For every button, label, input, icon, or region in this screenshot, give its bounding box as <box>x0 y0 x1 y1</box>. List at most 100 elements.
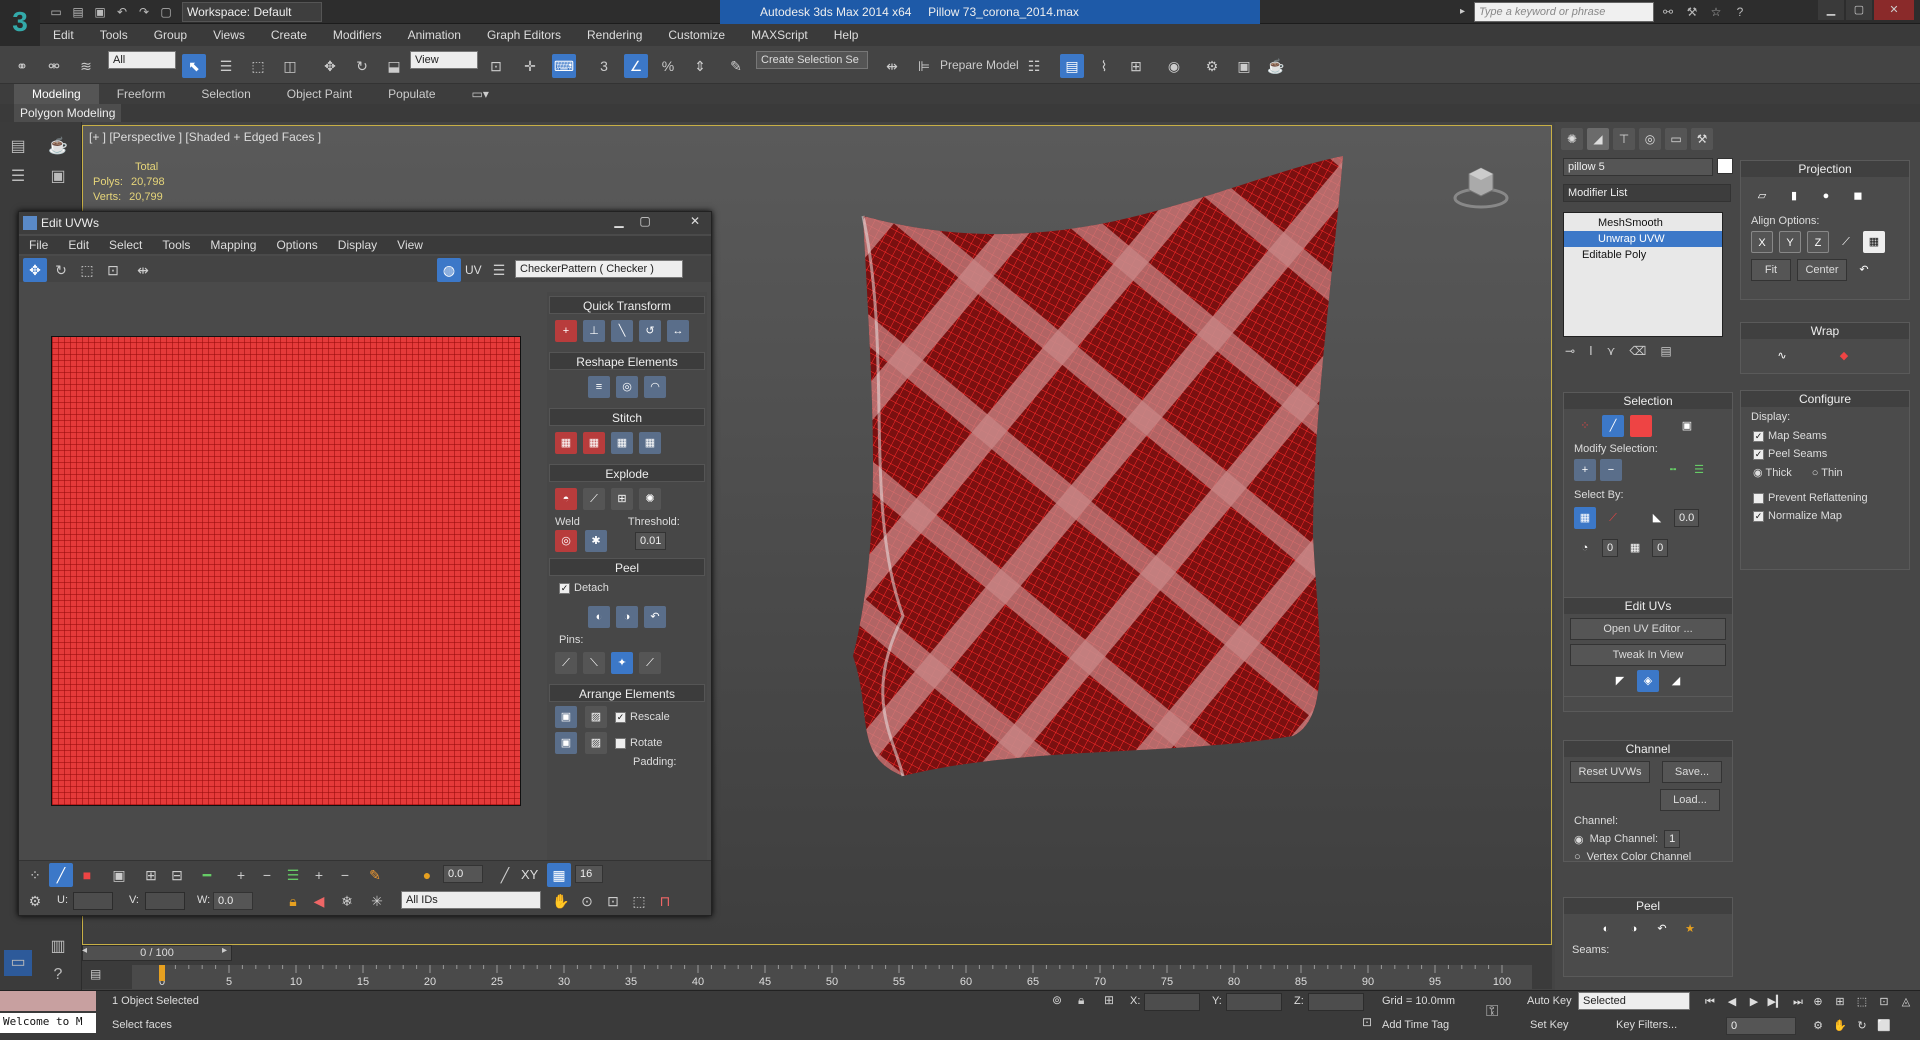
hierarchy-tab-icon[interactable]: ⊤ <box>1613 128 1635 150</box>
channel-header[interactable]: Channel <box>1564 741 1732 757</box>
shrink-select-icon[interactable]: ⊟ <box>165 863 189 887</box>
polygon-modeling-label[interactable]: Polygon Modeling <box>14 104 122 122</box>
select-edge-loop-icon[interactable]: ⟋ <box>1602 507 1624 529</box>
angle-snap-icon[interactable]: ∠ <box>624 54 648 78</box>
project-folder-icon[interactable]: ▢ <box>156 2 176 22</box>
normalize-option[interactable]: ✓ Normalize Map <box>1741 507 1909 525</box>
y-coordinate-field[interactable] <box>1226 993 1282 1011</box>
key-icon[interactable]: ⚿ <box>1486 1003 1498 1021</box>
align-x-button[interactable]: X <box>1751 231 1773 253</box>
undo-icon[interactable]: ↶ <box>112 2 132 22</box>
viewport-label[interactable]: [+ ] [Perspective ] [Shaded + Edged Face… <box>89 130 321 144</box>
time-next-icon[interactable]: ▸ <box>222 945 232 956</box>
loop-select-icon[interactable]: ━ <box>195 863 219 887</box>
snap-toggle-icon[interactable]: 3 <box>592 54 616 78</box>
align-diagonal-icon[interactable]: ╲ <box>611 320 633 342</box>
auto-key-button[interactable]: Auto Key <box>1527 995 1572 1007</box>
circle-icon[interactable]: ◠ <box>644 376 666 398</box>
vertex-color-radio[interactable]: ○ <box>1574 851 1581 863</box>
map-channel-input[interactable]: 1 <box>1664 830 1681 848</box>
pack-together-icon[interactable]: ▨ <box>585 732 607 754</box>
zoom-icon[interactable]: ⊙ <box>575 889 599 913</box>
align-icon[interactable]: ⊫ <box>912 54 936 78</box>
edit-named-selection-icon[interactable]: ✎ <box>724 54 748 78</box>
timeline-ruler[interactable]: 0 5 10 15 20 25 30 35 40 45 50 55 60 65 70 75 80 85 90 95 10… <box>132 965 1532 989</box>
maxscript-listener-mini[interactable] <box>0 991 96 1011</box>
menu-group[interactable]: Group <box>141 24 200 46</box>
chevron-right-icon[interactable]: ▸ <box>1460 2 1472 22</box>
element-select-icon[interactable]: ▣ <box>107 863 131 887</box>
object-color-swatch[interactable] <box>1717 158 1733 174</box>
tab-object-paint[interactable]: Object Paint <box>269 84 370 104</box>
rescale-option[interactable]: ✓ Rescale <box>615 711 670 723</box>
prevent-option[interactable]: Prevent Reflattening <box>1741 482 1909 507</box>
detach-row[interactable]: ✓ Detach <box>547 576 707 600</box>
reset-peel-icon[interactable]: ↶ <box>644 606 666 628</box>
threshold-input[interactable]: 0.01 <box>635 532 667 550</box>
pack-icon[interactable]: ▣ <box>555 706 577 728</box>
paint-select-icon[interactable]: ✎ <box>363 863 387 887</box>
face-select-icon[interactable]: ■ <box>75 863 99 887</box>
vertex-select-icon[interactable]: ⁘ <box>23 863 47 887</box>
uv-minimize-button[interactable]: ▁ <box>607 214 631 232</box>
prepare-model-label[interactable]: Prepare Model <box>940 58 1019 72</box>
time-prev-icon[interactable]: ◂ <box>82 945 92 956</box>
ribbon-options-icon[interactable]: ▭▾ <box>454 84 507 104</box>
uv-menu-view[interactable]: View <box>387 236 433 254</box>
scene-explorer-icon[interactable]: ▤ <box>4 134 32 160</box>
unpin-icon[interactable]: ⟍ <box>583 652 605 674</box>
hide-icon[interactable]: ◀ <box>307 889 331 913</box>
search-input[interactable]: Type a keyword or phrase <box>1474 2 1654 22</box>
weld-selected-icon[interactable]: ✱ <box>585 530 607 552</box>
zoom-selected-icon[interactable]: ⊓ <box>653 889 677 913</box>
map-seams-option[interactable]: ✓ Map Seams <box>1741 427 1909 445</box>
zoom-extents-icon[interactable]: ⬚ <box>627 889 651 913</box>
spherical-map-icon[interactable]: ● <box>1815 185 1837 207</box>
detach-checkbox[interactable]: ✓ <box>559 582 570 594</box>
bind-space-warp-icon[interactable]: ≋ <box>74 54 98 78</box>
tools-icon[interactable]: ⚒ <box>1682 2 1702 22</box>
move-icon[interactable]: ✥ <box>318 54 342 78</box>
grid-snap-icon[interactable]: ▦ <box>547 863 571 887</box>
peel-mode-icon[interactable]: ◑ <box>616 606 638 628</box>
goto-end-icon[interactable]: ⏭ <box>1788 993 1808 1011</box>
pivot-center-icon[interactable]: ⊡ <box>484 54 508 78</box>
menu-edit[interactable]: Edit <box>40 24 87 46</box>
smoothing-input[interactable]: 0 <box>1652 539 1669 557</box>
mirror-icon[interactable]: ⇹ <box>880 54 904 78</box>
rescale-checkbox[interactable]: ✓ <box>615 711 626 723</box>
reset-uvws-button[interactable]: Reset UVWs <box>1570 761 1650 783</box>
motion-tab-icon[interactable]: ◎ <box>1639 128 1661 150</box>
uv-freeform-icon[interactable]: ⊡ <box>101 258 125 282</box>
stitch-header[interactable]: Stitch <box>549 408 705 426</box>
vertex-mode-icon[interactable]: ⁘ <box>1574 415 1596 437</box>
ring-icon[interactable]: ☰ <box>1688 459 1710 481</box>
key-mode-dropdown[interactable]: Selected <box>1578 992 1690 1010</box>
shrink-selection-icon[interactable]: − <box>1600 459 1622 481</box>
layers-icon[interactable]: ☰ <box>4 164 32 190</box>
pack-custom-icon[interactable]: ▣ <box>555 732 577 754</box>
isolate-selection-icon[interactable]: ⊚ <box>1052 993 1062 1007</box>
maxscript-mini-listener[interactable]: Welcome to M <box>0 1013 96 1033</box>
rotate-icon[interactable]: ↻ <box>350 54 374 78</box>
uv-settings-icon[interactable]: ⚙ <box>23 889 47 913</box>
scale-icon[interactable]: ⬓ <box>382 54 406 78</box>
wrap-header[interactable]: Wrap <box>1741 323 1909 339</box>
explode-header[interactable]: Explode <box>549 464 705 482</box>
help-circle-icon[interactable]: ? <box>44 962 72 988</box>
uv-menu-tools[interactable]: Tools <box>152 236 200 254</box>
maximize-viewport-icon[interactable]: ▭ <box>4 950 32 976</box>
load-button[interactable]: Load... <box>1660 789 1720 811</box>
peel-header[interactable]: Peel <box>549 558 705 576</box>
fov-icon[interactable]: ◬ <box>1896 993 1916 1011</box>
prevent-reflattening-checkbox[interactable] <box>1753 492 1764 504</box>
zoom-nav-icon[interactable]: ⊕ <box>1808 993 1828 1011</box>
add-icon[interactable]: + <box>229 863 253 887</box>
select-by-smoothing-icon[interactable]: ▦ <box>1624 537 1646 559</box>
remove-modifier-icon[interactable]: ⌫ <box>1629 344 1646 358</box>
menu-help[interactable]: Help <box>821 24 872 46</box>
draw-icon[interactable]: ╱ <box>493 863 517 887</box>
open-file-icon[interactable]: ▤ <box>68 2 88 22</box>
x-coordinate-field[interactable] <box>1144 993 1200 1011</box>
zoom-all-icon[interactable]: ⊞ <box>1830 993 1850 1011</box>
